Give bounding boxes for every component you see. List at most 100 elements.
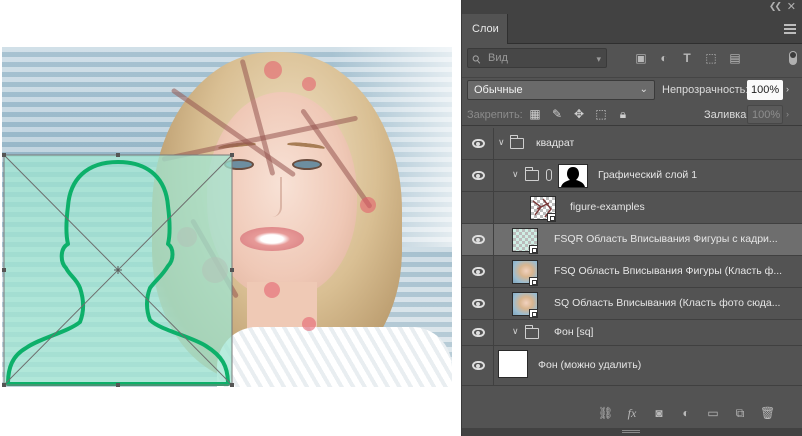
eye-icon [472,235,485,244]
layer-row[interactable]: ∨ Графический слой 1 [462,160,802,192]
opacity-input[interactable]: 100% [747,80,783,100]
layer-row[interactable]: ∨ Фон [sq] [462,320,802,346]
layer-name: FSQ Область Вписывания Фигуры (Класть ф.… [554,265,783,277]
smart-object-icon [529,245,538,254]
smart-object-icon [529,309,538,318]
lock-label: Закрепить: [467,109,523,121]
smart-object-filter-icon[interactable]: ▤ [728,51,742,65]
visibility-toggle[interactable] [462,128,494,160]
visibility-toggle[interactable] [462,256,494,288]
fill-label: Заливка: [704,109,750,121]
eye-icon [472,171,485,180]
layer-name: figure-examples [570,201,645,213]
type-filter-icon[interactable]: T [680,51,694,65]
collapse-icon[interactable]: ❮❮ [769,1,782,12]
layer-row[interactable]: Фон (можно удалить) [462,346,802,386]
image-filter-icon[interactable]: ▣ [634,51,648,65]
lock-all-icon[interactable]: 🔒︎ [616,107,630,121]
chevron-down-icon: ⌄ [639,84,648,95]
layer-row[interactable]: figure-examples [462,192,802,224]
filter-toggle[interactable] [789,51,797,65]
tab-layers[interactable]: Слои [462,14,508,44]
panel-tabbar: Слои [462,14,802,44]
visibility-toggle[interactable] [462,320,494,346]
add-mask-icon[interactable]: ◙ [652,406,666,420]
panel-bottom-strip [462,428,802,436]
chevron-down-icon[interactable]: ∨ [512,169,519,180]
transform-handle[interactable] [230,153,234,157]
filter-row: ⚲ Вид ▾ ▣ ◐ T ⬚ ▤ [462,48,802,72]
silhouette-mask-icon [559,165,587,187]
lock-artboard-icon[interactable]: ⬚ [594,107,608,121]
layer-name: FSQR Область Вписывания Фигуры с кадри..… [554,233,778,245]
layers-panel: ❮❮ ✕ Слои ⚲ Вид ▾ ▣ ◐ T ⬚ ▤ Обычные ⌄ Не… [461,0,802,436]
smart-object-icon [529,277,538,286]
eye-icon [472,267,485,276]
layer-row[interactable]: SQ Область Вписывания (Класть фото сюда.… [462,288,802,320]
layer-row[interactable]: FSQ Область Вписывания Фигуры (Класть ф.… [462,256,802,288]
filter-kind-select[interactable]: ⚲ Вид ▾ [467,48,607,68]
transform-handle[interactable] [230,268,234,272]
lock-image-icon[interactable]: ✎ [550,107,564,121]
transform-handle[interactable] [230,383,234,387]
folder-icon [525,167,539,181]
transform-overlay [2,153,234,387]
visibility-toggle [462,192,494,224]
visibility-toggle[interactable] [462,160,494,192]
opacity-slider-toggle[interactable]: › [786,84,789,94]
transform-handle[interactable] [2,383,6,387]
eye-icon [472,299,485,308]
chevron-down-icon: ▾ [596,54,601,64]
document-canvas[interactable] [0,0,460,436]
transform-handle[interactable] [116,153,120,157]
lock-row: Закрепить: ▦ ✎ ✥ ⬚ 🔒︎ Заливка: 100% › [462,102,802,126]
eye-icon [472,328,485,337]
link-icon[interactable] [546,169,552,181]
blend-mode-select[interactable]: Обычные ⌄ [467,80,655,100]
smart-object-icon [547,213,556,222]
panel-menu-icon[interactable] [784,24,796,34]
transform-handle[interactable] [2,268,6,272]
transform-handle[interactable] [116,383,120,387]
layer-name: Фон [sq] [554,326,594,338]
folder-icon [510,135,524,149]
blend-row: Обычные ⌄ Непрозрачность: 100% › [462,77,802,101]
link-layers-icon[interactable]: ⛓ [598,406,613,420]
new-group-icon[interactable]: ▭ [706,406,720,420]
new-layer-icon[interactable]: ⧉ [733,406,747,420]
layers-bottom-toolbar: ⛓ fx ◙ ◐ ▭ ⧉ 🗑︎ [462,402,802,426]
chevron-down-icon[interactable]: ∨ [498,137,505,148]
shape-filter-icon[interactable]: ⬚ [704,51,718,65]
panel-title-strip: ❮❮ ✕ [462,0,802,14]
opacity-label: Непрозрачность: [662,84,749,96]
fill-slider-toggle[interactable]: › [786,109,789,119]
layer-name: квадрат [536,137,575,149]
layer-row-selected[interactable]: FSQR Область Вписывания Фигуры с кадри..… [462,224,802,256]
close-icon[interactable]: ✕ [787,0,796,13]
adjustment-filter-icon[interactable]: ◐ [657,51,671,65]
layer-thumbnail [498,350,528,378]
folder-icon [525,325,539,339]
layer-row[interactable]: ∨ квадрат [462,128,802,160]
eye-icon [472,139,485,148]
transform-handle[interactable] [2,153,6,157]
layer-name: Фон (можно удалить) [538,359,642,371]
lock-transparent-icon[interactable]: ▦ [528,107,542,121]
layer-mask-thumbnail[interactable] [558,164,588,188]
visibility-toggle[interactable] [462,346,494,386]
chevron-right-icon[interactable]: ∨ [512,326,519,337]
fill-input[interactable]: 100% [747,105,783,124]
lock-position-icon[interactable]: ✥ [572,107,586,121]
filter-kind-label: Вид [488,52,508,64]
eye-icon [472,361,485,370]
layer-name: SQ Область Вписывания (Класть фото сюда.… [554,297,781,309]
visibility-toggle[interactable] [462,288,494,320]
resize-grip[interactable] [622,430,640,433]
new-adjustment-icon[interactable]: ◐ [679,406,693,420]
blend-mode-value: Обычные [474,84,523,96]
visibility-toggle[interactable] [462,224,494,256]
fx-icon[interactable]: fx [625,406,639,420]
layer-name: Графический слой 1 [598,169,698,181]
search-icon: ⚲ [470,52,484,68]
delete-layer-icon[interactable]: 🗑︎ [760,406,775,420]
